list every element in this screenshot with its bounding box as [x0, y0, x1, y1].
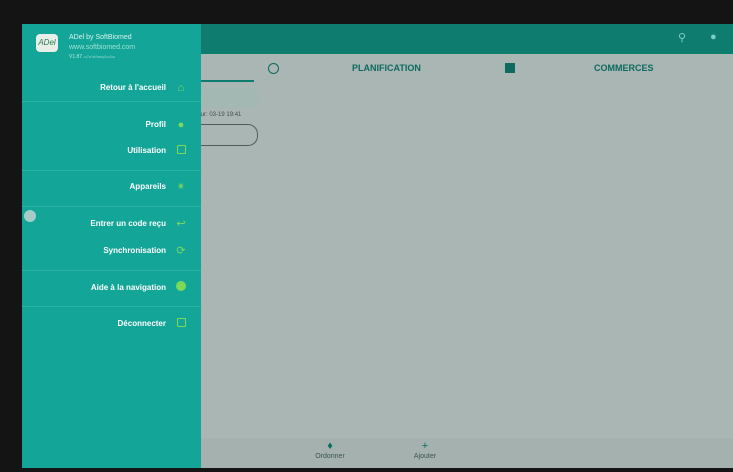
menu-item-home[interactable]: Retour à l'accueil ⌂ — [22, 78, 201, 100]
tab-label: COMMERCES — [594, 63, 654, 73]
divider — [22, 270, 201, 271]
tab-commerces-icon[interactable] — [505, 54, 515, 82]
menu-item-label: Appareils — [129, 182, 166, 191]
navigation-drawer: ADel ADel by SoftBiomed www.softbiomed.c… — [22, 24, 201, 468]
bluetooth-icon: ✴ — [176, 181, 186, 193]
app-name: ADel by SoftBiomed — [69, 34, 132, 41]
divider — [22, 101, 201, 102]
menu-item-deconnecter[interactable]: Déconnecter — [22, 314, 201, 336]
ajouter-button[interactable]: + Ajouter — [400, 440, 450, 460]
menu-item-label: Profil — [145, 120, 166, 129]
divider — [22, 170, 201, 171]
logout-icon — [174, 317, 188, 331]
store-icon — [505, 63, 515, 73]
ordonner-label: Ordonner — [315, 453, 345, 460]
search-icon[interactable]: ⚲ — [678, 31, 686, 44]
app-screen: ⚲ ● PLANIFICATION COMMERCES jour: 03-19 … — [22, 24, 733, 468]
drawer-header: ADel ADel by SoftBiomed www.softbiomed.c… — [22, 24, 201, 60]
home-icon: ⌂ — [177, 82, 185, 94]
menu-item-appareils[interactable]: Appareils ✴ — [22, 177, 201, 199]
reply-icon: ↩ — [176, 218, 186, 230]
divider — [22, 306, 201, 307]
version-note: ш7в1в9ввц0ш0ш — [83, 54, 116, 59]
tab-label: PLANIFICATION — [352, 63, 421, 73]
notification-bell-icon[interactable]: ● — [710, 31, 717, 43]
clock-icon — [268, 62, 279, 74]
menu-item-aide[interactable]: Aide à la navigation — [22, 278, 201, 300]
ajouter-label: Ajouter — [413, 453, 437, 460]
menu-item-label: Entrer un code reçu — [90, 219, 166, 228]
document-icon — [174, 144, 188, 158]
menu-item-label: Synchronisation — [103, 246, 166, 255]
plus-icon: + — [421, 440, 429, 452]
timestamp-text: jour: 03-19 19:41 — [196, 112, 242, 118]
menu-item-entrer-code[interactable]: Entrer un code reçu ↩ — [22, 214, 201, 236]
drawer-edge-handle[interactable] — [24, 210, 36, 222]
app-logo: ADel — [36, 34, 58, 52]
tab-planification-icon[interactable] — [268, 54, 279, 82]
tag-icon: ♦ — [327, 440, 333, 452]
version-number: V1.87 — [69, 54, 83, 60]
divider — [22, 206, 201, 207]
menu-item-utilisation[interactable]: Utilisation — [22, 141, 201, 163]
menu-item-label: Aide à la navigation — [90, 283, 166, 292]
tab-commerces[interactable]: COMMERCES — [594, 54, 654, 82]
person-icon: ● — [177, 119, 185, 131]
menu-item-label: Utilisation — [127, 146, 166, 155]
help-icon — [174, 281, 188, 295]
menu-item-profil[interactable]: Profil ● — [22, 115, 201, 137]
app-version: V1.87 ш7в1в9ввц0ш0ш — [69, 54, 115, 60]
menu-item-label: Déconnecter — [117, 319, 166, 328]
menu-item-label: Retour à l'accueil — [100, 83, 166, 92]
ordonner-button[interactable]: ♦ Ordonner — [305, 440, 355, 460]
sync-icon: ⟳ — [176, 245, 186, 257]
menu-item-synchronisation[interactable]: Synchronisation ⟳ — [22, 241, 201, 263]
website-link[interactable]: www.softbiomed.com — [69, 44, 135, 51]
tab-planification[interactable]: PLANIFICATION — [352, 54, 421, 82]
